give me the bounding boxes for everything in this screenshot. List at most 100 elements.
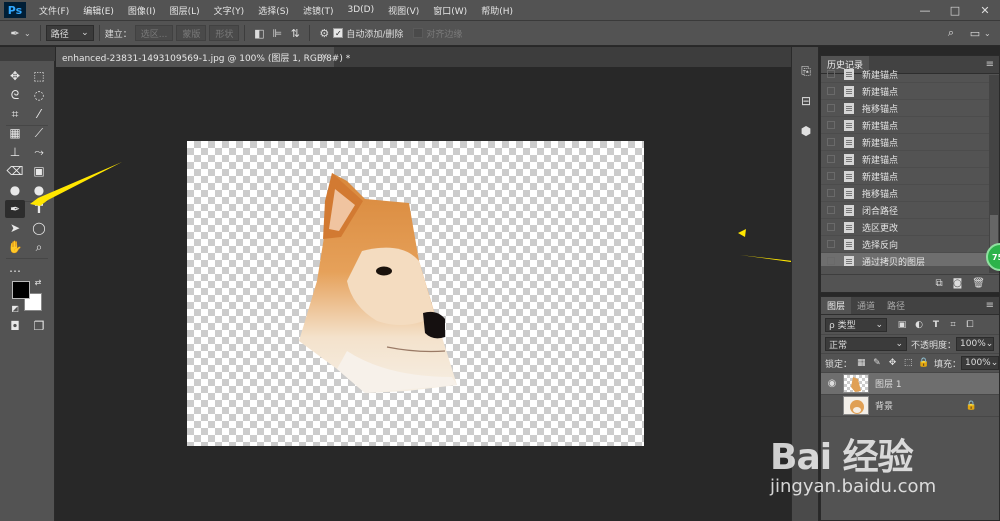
menu-file[interactable]: 文件(F) <box>32 4 76 17</box>
layer-name[interactable]: 背景 <box>875 399 893 412</box>
search-icon[interactable]: ⌕ <box>942 24 960 42</box>
history-source-box[interactable] <box>827 87 835 95</box>
history-item[interactable]: 选区更改 <box>821 219 999 236</box>
minimize-button[interactable]: — <box>910 0 940 20</box>
history-source-box[interactable] <box>827 104 835 112</box>
lock-all-icon[interactable]: 🔒 <box>917 356 930 370</box>
layer-row-background[interactable]: 背景 🔒 <box>821 395 999 417</box>
type-tool-icon[interactable]: T <box>29 200 49 218</box>
menu-view[interactable]: 视图(V) <box>381 4 426 17</box>
lasso-tool-icon[interactable]: ᘓ <box>5 86 25 104</box>
lock-transparency-icon[interactable]: ▦ <box>855 356 868 370</box>
properties-panel-icon[interactable]: ⊟ <box>796 91 816 111</box>
document-canvas[interactable] <box>187 141 644 446</box>
restore-button[interactable]: □ <box>940 0 970 20</box>
pen-tool-preset-icon[interactable]: ✒ <box>6 24 24 42</box>
menu-filter[interactable]: 滤镜(T) <box>296 4 341 17</box>
foreground-color-swatch[interactable] <box>12 281 30 299</box>
smart-object-filter-icon[interactable]: ⧠ <box>963 318 977 332</box>
menu-3d[interactable]: 3D(D) <box>340 5 381 15</box>
fill-input[interactable]: 100% ⌄ <box>961 356 999 370</box>
lock-position-icon[interactable]: ✥ <box>886 356 899 370</box>
make-shape-button[interactable]: 形状 <box>209 25 240 41</box>
blend-mode-select[interactable]: 正常 ⌄ <box>825 337 907 351</box>
quick-mask-icon[interactable]: ◘ <box>5 317 25 335</box>
history-source-box[interactable] <box>827 206 835 214</box>
layer-filter-select[interactable]: ρ 类型 ⌄ <box>825 317 887 332</box>
new-document-from-state-icon[interactable]: ⧉ <box>935 278 942 289</box>
adjustment-filter-icon[interactable]: ◐ <box>912 318 926 332</box>
make-mask-button[interactable]: 蒙版 <box>176 25 207 41</box>
tab-paths[interactable]: 路径 <box>881 297 911 314</box>
zoom-tool-icon[interactable]: ⌕ <box>29 238 49 256</box>
eyedropper-tool-icon[interactable]: ⁄ <box>29 105 49 123</box>
camera-icon[interactable]: ◙ <box>953 278 963 289</box>
tools-panel-header[interactable] <box>0 47 55 61</box>
default-colors-icon[interactable]: ◩ <box>9 303 21 313</box>
history-item[interactable]: 新建锚点 <box>821 134 999 151</box>
clone-stamp-tool-icon[interactable]: ⊥ <box>5 143 25 161</box>
trash-icon[interactable]: 🗑 <box>972 278 985 289</box>
path-alignment-icon[interactable]: ⊫ <box>268 24 286 42</box>
opacity-input[interactable]: 100% ⌄ <box>956 337 995 351</box>
menu-layer[interactable]: 图层(L) <box>163 4 207 17</box>
menu-type[interactable]: 文字(Y) <box>207 4 252 17</box>
marquee-tool-icon[interactable]: ⬚ <box>29 67 49 85</box>
workspace-icon[interactable]: ▭ <box>966 24 984 42</box>
history-item[interactable]: 新建锚点 <box>821 83 999 100</box>
menu-select[interactable]: 选择(S) <box>251 4 296 17</box>
make-selection-button[interactable]: 选区... <box>134 25 174 41</box>
pixel-filter-icon[interactable]: ▣ <box>895 318 909 332</box>
history-item[interactable]: 新建锚点 <box>821 168 999 185</box>
document-tab[interactable]: enhanced-23831-1493109569-1.jpg @ 100% (… <box>56 47 350 67</box>
history-brush-tool-icon[interactable]: ⤳ <box>29 143 49 161</box>
close-icon[interactable]: × <box>320 52 328 62</box>
history-item[interactable]: 拖移锚点 <box>821 185 999 202</box>
history-source-box[interactable] <box>827 70 835 78</box>
history-source-box[interactable] <box>827 155 835 163</box>
history-source-box[interactable] <box>827 189 835 197</box>
eye-icon[interactable]: ◉ <box>821 378 843 389</box>
path-selection-tool-icon[interactable]: ➤ <box>5 219 25 237</box>
move-tool-icon[interactable]: ✥ <box>5 67 25 85</box>
artboard-lock-icon[interactable]: ⬚ <box>902 356 915 370</box>
brush-tool-icon[interactable]: ⟋ <box>29 124 49 142</box>
history-source-box[interactable] <box>827 223 835 231</box>
menu-help[interactable]: 帮助(H) <box>474 4 520 17</box>
history-item[interactable]: 新建锚点 <box>821 117 999 134</box>
ellipse-tool-icon[interactable]: ◯ <box>29 219 49 237</box>
align-edges-checkbox[interactable] <box>413 28 424 38</box>
menu-image[interactable]: 图像(I) <box>121 4 163 17</box>
history-source-box[interactable] <box>827 257 835 265</box>
gradient-tool-icon[interactable]: ▣ <box>29 162 49 180</box>
crop-tool-icon[interactable]: ⌗ <box>5 105 25 123</box>
shape-filter-icon[interactable]: ⌗ <box>946 318 960 332</box>
layer-name[interactable]: 图层 1 <box>875 377 902 390</box>
swap-colors-icon[interactable]: ⇄ <box>32 277 44 287</box>
menu-edit[interactable]: 编辑(E) <box>76 4 121 17</box>
history-item[interactable]: 选择反向 <box>821 236 999 253</box>
dodge-tool-icon[interactable]: ● <box>29 181 49 199</box>
path-arrangement-icon[interactable]: ⇅ <box>286 24 304 42</box>
history-item[interactable]: 闭合路径 <box>821 202 999 219</box>
3d-panel-icon[interactable]: ⬢ <box>796 121 816 141</box>
close-window-button[interactable]: ✕ <box>970 0 1000 20</box>
lock-pixels-icon[interactable]: ✎ <box>871 356 884 370</box>
history-source-box[interactable] <box>827 138 835 146</box>
blur-tool-icon[interactable]: ● <box>5 181 25 199</box>
panel-menu-icon[interactable]: ≡ <box>986 300 994 311</box>
menu-window[interactable]: 窗口(W) <box>426 4 474 17</box>
history-source-box[interactable] <box>827 172 835 180</box>
history-panel-icon[interactable]: ⎘ <box>796 61 816 81</box>
hand-tool-icon[interactable]: ✋ <box>5 238 25 256</box>
history-item[interactable]: 通过拷贝的图层 <box>821 253 999 266</box>
more-tools-icon[interactable]: … <box>5 259 25 277</box>
canvas-area[interactable] <box>56 67 791 521</box>
tab-channels[interactable]: 通道 <box>851 297 881 314</box>
history-source-box[interactable] <box>827 121 835 129</box>
eraser-tool-icon[interactable]: ⌫ <box>5 162 25 180</box>
history-item[interactable]: 新建锚点 <box>821 151 999 168</box>
gear-icon[interactable]: ⚙ <box>315 24 333 42</box>
layer-row-layer1[interactable]: ◉ 图层 1 <box>821 373 999 395</box>
quick-select-tool-icon[interactable]: ◌ <box>29 86 49 104</box>
